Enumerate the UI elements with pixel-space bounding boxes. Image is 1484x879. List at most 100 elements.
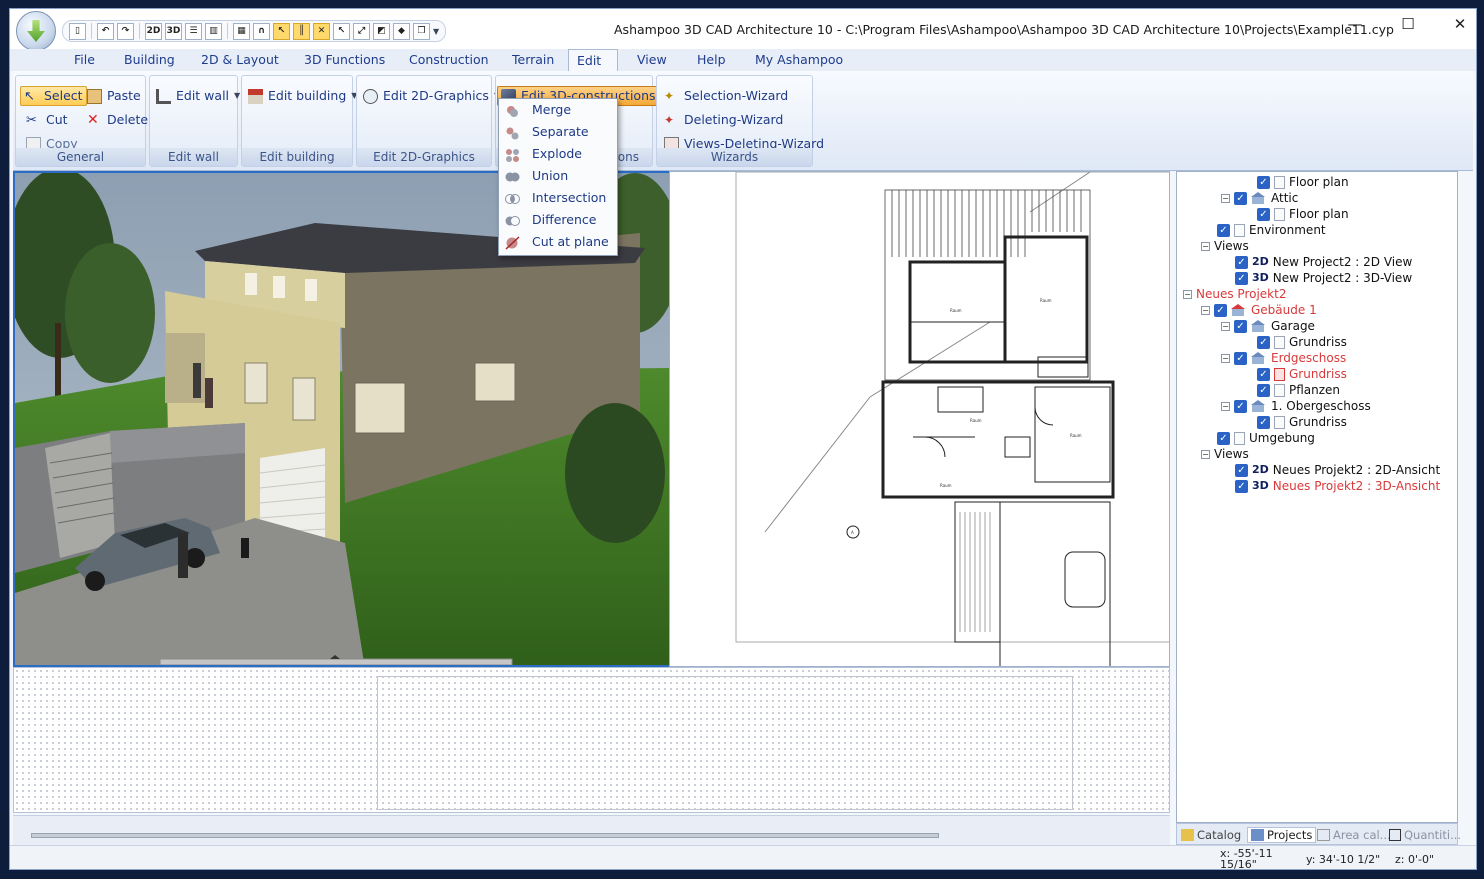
tree-item[interactable]: ✓ 2D New Project2 : 2D View bbox=[1235, 254, 1412, 270]
tree-item[interactable]: − ✓ Gebäude 1 bbox=[1201, 302, 1317, 318]
tree-item[interactable]: ✓ Floor plan bbox=[1257, 206, 1349, 222]
tab-terrain[interactable]: Terrain bbox=[504, 49, 562, 71]
selection-wizard-button[interactable]: ✦ Selection-Wizard bbox=[661, 86, 791, 106]
undo-icon[interactable]: ↶ bbox=[97, 22, 114, 40]
view-2d-button[interactable]: 2D bbox=[145, 22, 162, 40]
edit-building-button[interactable]: Edit building ▼ bbox=[245, 86, 360, 106]
check-icon[interactable]: ✓ bbox=[1234, 351, 1247, 365]
check-icon[interactable]: ✓ bbox=[1257, 383, 1270, 397]
paste-button[interactable]: Paste bbox=[84, 86, 144, 106]
horizontal-scrollbar[interactable] bbox=[13, 815, 1170, 845]
check-icon[interactable]: ✓ bbox=[1235, 255, 1248, 269]
minimize-button[interactable]: — bbox=[1342, 15, 1368, 37]
delete-button[interactable]: ✕ Delete bbox=[84, 110, 151, 130]
tree-item[interactable]: ✓ 2D Neues Projekt2 : 2D-Ansicht bbox=[1235, 462, 1440, 478]
menu-item-merge[interactable]: Merge bbox=[499, 99, 617, 121]
tab-file[interactable]: File bbox=[66, 49, 103, 71]
snap-cursor-icon[interactable]: ↖ bbox=[273, 22, 290, 40]
tab-edit[interactable]: Edit bbox=[568, 49, 618, 71]
plane-icon[interactable]: ◆ bbox=[393, 22, 410, 40]
menu-item-cut-at-plane[interactable]: Cut at plane bbox=[499, 231, 617, 253]
tab-my-ashampoo[interactable]: My Ashampoo bbox=[747, 49, 851, 71]
maximize-button[interactable]: ☐ bbox=[1395, 15, 1421, 37]
menu-item-explode[interactable]: Explode bbox=[499, 143, 617, 165]
check-icon[interactable]: ✓ bbox=[1257, 335, 1270, 349]
check-icon[interactable]: ✓ bbox=[1234, 191, 1247, 205]
check-icon[interactable]: ✓ bbox=[1257, 367, 1270, 381]
tree-item[interactable]: − Neues Projekt2 bbox=[1183, 286, 1286, 302]
menu-item-union[interactable]: Union bbox=[499, 165, 617, 187]
check-icon[interactable]: ✓ bbox=[1235, 463, 1248, 477]
check-icon[interactable]: ✓ bbox=[1235, 271, 1248, 285]
tree-item[interactable]: ✓ 3D Neues Projekt2 : 3D-Ansicht bbox=[1235, 478, 1440, 494]
menu-item-separate[interactable]: Separate bbox=[499, 121, 617, 143]
vertical-split-icon[interactable]: ▥ bbox=[205, 22, 222, 40]
check-icon[interactable]: ✓ bbox=[1217, 223, 1230, 237]
check-icon[interactable]: ✓ bbox=[1234, 399, 1247, 413]
new-file-icon[interactable]: ▯ bbox=[69, 22, 86, 40]
tab-area-calculation[interactable]: Area cal... bbox=[1317, 827, 1391, 843]
layers-icon[interactable]: ❐ bbox=[413, 22, 430, 40]
collapse-icon[interactable]: − bbox=[1201, 241, 1210, 251]
tree-item[interactable]: − Views bbox=[1201, 238, 1249, 254]
check-icon[interactable]: ✓ bbox=[1217, 431, 1230, 445]
check-icon[interactable]: ✓ bbox=[1257, 415, 1270, 429]
tree-item[interactable]: − ✓ Attic bbox=[1221, 190, 1298, 206]
view-3d-button[interactable]: 3D bbox=[165, 22, 182, 40]
collapse-icon[interactable]: − bbox=[1201, 449, 1210, 459]
tree-item[interactable]: ✓ Grundriss bbox=[1257, 414, 1347, 430]
tab-quantities[interactable]: Quantiti... bbox=[1389, 827, 1461, 843]
tree-item[interactable]: − Views bbox=[1201, 446, 1249, 462]
tree-item[interactable]: ✓ 3D New Project2 : 3D-View bbox=[1235, 270, 1412, 286]
scrollbar-thumb[interactable] bbox=[31, 833, 939, 838]
cut-button[interactable]: ✂ Cut bbox=[23, 110, 71, 130]
check-icon[interactable]: ✓ bbox=[1257, 207, 1270, 221]
check-icon[interactable]: ✓ bbox=[1235, 479, 1248, 493]
collapse-icon[interactable]: − bbox=[1221, 353, 1230, 363]
tree-item[interactable]: ✓ Umgebung bbox=[1217, 430, 1315, 446]
tree-item[interactable]: − ✓ Garage bbox=[1221, 318, 1315, 334]
layout-sheet-area[interactable] bbox=[13, 667, 1170, 813]
edit-wall-button[interactable]: Edit wall ▼ bbox=[153, 86, 243, 106]
tree-item[interactable]: − ✓ 1. Obergeschoss bbox=[1221, 398, 1371, 414]
tab-construction[interactable]: Construction bbox=[401, 49, 497, 71]
pointer-icon[interactable]: ↖ bbox=[333, 22, 350, 40]
tree-item[interactable]: ✓ Grundriss bbox=[1257, 334, 1347, 350]
tab-3d-functions[interactable]: 3D Functions bbox=[296, 49, 393, 71]
collapse-icon[interactable]: − bbox=[1183, 289, 1192, 299]
snap-points-icon[interactable]: ✕ bbox=[313, 22, 330, 40]
close-button[interactable]: ✕ bbox=[1447, 15, 1473, 37]
collapse-icon[interactable]: − bbox=[1201, 305, 1210, 315]
move-icon[interactable]: ⤢ bbox=[353, 22, 370, 40]
tree-item[interactable]: ✓ Floor plan bbox=[1257, 174, 1349, 190]
select-button[interactable]: ↖ Select bbox=[20, 86, 87, 106]
measure-icon[interactable]: ◩ bbox=[373, 22, 390, 40]
snap-lines-icon[interactable]: ║ bbox=[293, 22, 310, 40]
check-icon[interactable]: ✓ bbox=[1257, 175, 1270, 189]
app-menu-button[interactable] bbox=[16, 11, 56, 51]
tree-item[interactable]: − ✓ Erdgeschoss bbox=[1221, 350, 1346, 366]
tab-catalog[interactable]: Catalog bbox=[1181, 827, 1241, 843]
collapse-icon[interactable]: − bbox=[1221, 321, 1230, 331]
tab-projects[interactable]: Projects bbox=[1247, 827, 1317, 843]
check-icon[interactable]: ✓ bbox=[1214, 303, 1227, 317]
grid-icon[interactable]: ▦ bbox=[233, 22, 250, 40]
menu-item-difference[interactable]: Difference bbox=[499, 209, 617, 231]
tree-item[interactable]: ✓ Pflanzen bbox=[1257, 382, 1340, 398]
tab-view[interactable]: View bbox=[629, 49, 675, 71]
customize-chevron-icon[interactable]: ▼ bbox=[433, 27, 439, 36]
check-icon[interactable]: ✓ bbox=[1234, 319, 1247, 333]
edit-2d-graphics-button[interactable]: Edit 2D-Graphics ▼ bbox=[360, 86, 503, 106]
magnet-icon[interactable]: ∩ bbox=[253, 22, 270, 40]
deleting-wizard-button[interactable]: ✦ Deleting-Wizard bbox=[661, 110, 786, 130]
horizontal-split-icon[interactable]: ☰ bbox=[185, 22, 202, 40]
tab-help[interactable]: Help bbox=[689, 49, 734, 71]
tree-item[interactable]: ✓ Environment bbox=[1217, 222, 1326, 238]
tab-building[interactable]: Building bbox=[116, 49, 183, 71]
menu-item-intersection[interactable]: Intersection bbox=[499, 187, 617, 209]
collapse-icon[interactable]: − bbox=[1221, 401, 1230, 411]
collapse-icon[interactable]: − bbox=[1221, 193, 1230, 203]
viewport-2d-plan[interactable]: Raum Raum Raum Raum Raum A bbox=[669, 171, 1170, 667]
redo-icon[interactable]: ↷ bbox=[117, 22, 134, 40]
tab-2d-layout[interactable]: 2D & Layout bbox=[193, 49, 287, 71]
